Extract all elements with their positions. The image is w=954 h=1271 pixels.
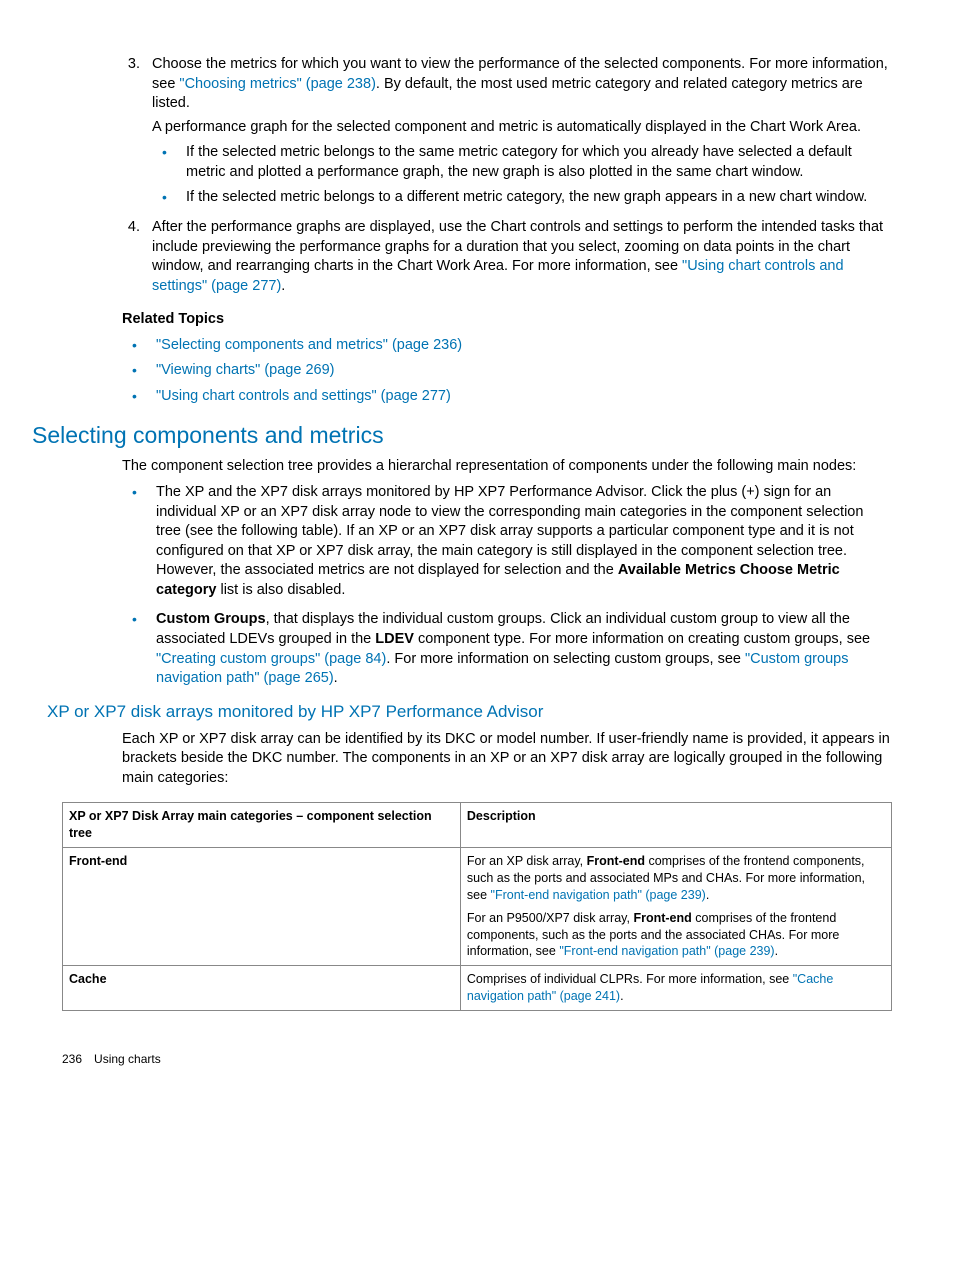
sub-list-item: • If the selected metric belongs to the … bbox=[152, 143, 892, 182]
table-row: Cache Comprises of individual CLPRs. For… bbox=[63, 966, 892, 1011]
table-row: Front-end For an XP disk array, Front-en… bbox=[63, 848, 892, 966]
link-frontend-nav-1[interactable]: "Front-end navigation path" (page 239) bbox=[491, 888, 706, 902]
bullet-icon: • bbox=[152, 143, 186, 182]
link-choosing-metrics[interactable]: "Choosing metrics" (page 238) bbox=[179, 76, 375, 92]
cell-description: For an XP disk array, Front-end comprise… bbox=[460, 848, 891, 966]
col-header-description: Description bbox=[460, 803, 891, 848]
related-link-item: • "Viewing charts" (page 269) bbox=[122, 361, 892, 381]
list-item-4: 4. After the performance graphs are disp… bbox=[122, 218, 892, 300]
cell-description: Comprises of individual CLPRs. For more … bbox=[460, 966, 891, 1011]
section-intro: The component selection tree provides a … bbox=[122, 457, 892, 477]
bullet-icon: • bbox=[122, 361, 156, 381]
section-heading: Selecting components and metrics bbox=[32, 420, 892, 451]
page-footer: 236 Using charts bbox=[62, 1051, 892, 1067]
item-body: Choose the metrics for which you want to… bbox=[152, 55, 892, 214]
cell-category: Cache bbox=[63, 966, 461, 1011]
paragraph: A performance graph for the selected com… bbox=[152, 118, 892, 138]
paragraph: Choose the metrics for which you want to… bbox=[152, 55, 892, 114]
sub-item-text: If the selected metric belongs to a diff… bbox=[186, 188, 892, 208]
related-link-item: • "Selecting components and metrics" (pa… bbox=[122, 336, 892, 356]
list-item-text: The XP and the XP7 disk arrays monitored… bbox=[156, 483, 892, 600]
cell-category: Front-end bbox=[63, 848, 461, 966]
link-viewing-charts[interactable]: "Viewing charts" (page 269) bbox=[156, 361, 335, 381]
subsection-intro: Each XP or XP7 disk array can be identif… bbox=[122, 730, 892, 789]
sub-list: • If the selected metric belongs to the … bbox=[152, 143, 892, 208]
list-item-3: 3. Choose the metrics for which you want… bbox=[122, 55, 892, 214]
paragraph: After the performance graphs are display… bbox=[152, 218, 892, 296]
page-number: 236 bbox=[62, 1051, 82, 1067]
footer-label: Using charts bbox=[94, 1052, 161, 1066]
cell-paragraph: For an XP disk array, Front-end comprise… bbox=[467, 853, 885, 904]
bullet-icon: • bbox=[122, 336, 156, 356]
list-item-text: Custom Groups, that displays the individ… bbox=[156, 610, 892, 688]
bullet-icon: • bbox=[122, 483, 156, 600]
list-item: • The XP and the XP7 disk arrays monitor… bbox=[122, 483, 892, 600]
related-topics-heading: Related Topics bbox=[122, 310, 892, 330]
link-creating-custom-groups[interactable]: "Creating custom groups" (page 84) bbox=[156, 651, 386, 667]
subsection-heading: XP or XP7 disk arrays monitored by HP XP… bbox=[47, 701, 892, 724]
col-header-categories: XP or XP7 Disk Array main categories – c… bbox=[63, 803, 461, 848]
item-body: After the performance graphs are display… bbox=[152, 218, 892, 300]
bullet-icon: • bbox=[122, 387, 156, 407]
list-item: • Custom Groups, that displays the indiv… bbox=[122, 610, 892, 688]
sub-item-text: If the selected metric belongs to the sa… bbox=[186, 143, 892, 182]
bullet-icon: • bbox=[122, 610, 156, 688]
table-header-row: XP or XP7 Disk Array main categories – c… bbox=[63, 803, 892, 848]
bullet-icon: • bbox=[152, 188, 186, 208]
item-number: 3. bbox=[122, 55, 152, 214]
related-topics-list: • "Selecting components and metrics" (pa… bbox=[122, 336, 892, 407]
categories-table: XP or XP7 Disk Array main categories – c… bbox=[62, 802, 892, 1011]
item-number: 4. bbox=[122, 218, 152, 300]
link-chart-controls-settings[interactable]: "Using chart controls and settings" (pag… bbox=[156, 387, 451, 407]
link-selecting-components[interactable]: "Selecting components and metrics" (page… bbox=[156, 336, 462, 356]
ordered-list: 3. Choose the metrics for which you want… bbox=[122, 55, 892, 300]
cell-paragraph: For an P9500/XP7 disk array, Front-end c… bbox=[467, 910, 885, 961]
section-bullets: • The XP and the XP7 disk arrays monitor… bbox=[122, 483, 892, 689]
link-frontend-nav-2[interactable]: "Front-end navigation path" (page 239) bbox=[559, 944, 774, 958]
related-link-item: • "Using chart controls and settings" (p… bbox=[122, 387, 892, 407]
sub-list-item: • If the selected metric belongs to a di… bbox=[152, 188, 892, 208]
